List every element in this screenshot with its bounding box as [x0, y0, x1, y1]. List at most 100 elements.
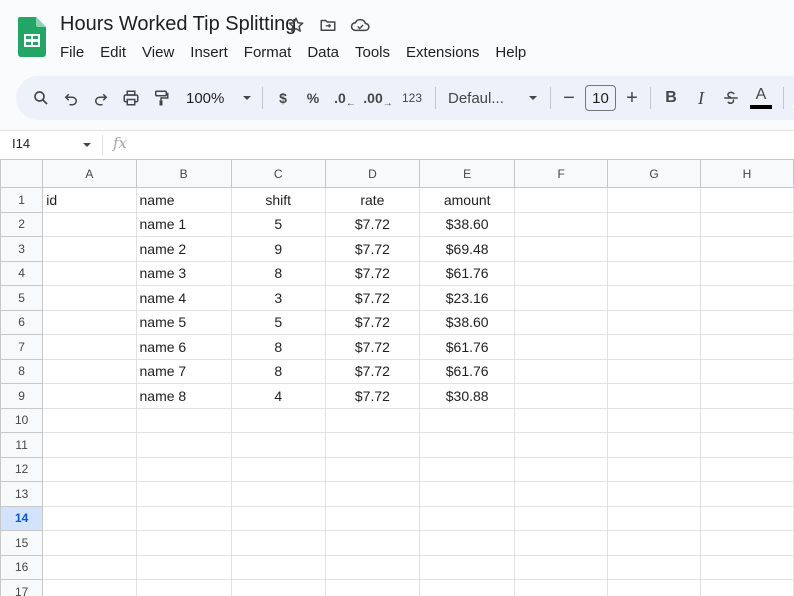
search-icon[interactable]	[30, 84, 52, 112]
cell-a2[interactable]	[42, 211, 137, 237]
cell-b2[interactable]: name 1	[135, 211, 232, 237]
cell-c13[interactable]	[230, 481, 326, 507]
number-format-button[interactable]: 123	[395, 84, 429, 112]
cell-d10[interactable]	[324, 407, 421, 433]
cell-c3[interactable]: 9	[230, 236, 326, 262]
bold-button[interactable]: B	[657, 84, 685, 112]
menu-insert[interactable]: Insert	[182, 42, 236, 63]
column-header-a[interactable]: A	[42, 159, 137, 188]
cell-d1[interactable]: rate	[324, 187, 421, 213]
cell-e8[interactable]: $61.76	[419, 358, 516, 384]
cell-f13[interactable]	[514, 481, 609, 507]
cell-c2[interactable]: 5	[230, 211, 326, 237]
cell-b6[interactable]: name 5	[135, 309, 232, 335]
cell-b3[interactable]: name 2	[135, 236, 232, 262]
cell-c12[interactable]	[230, 456, 326, 482]
cell-c17[interactable]	[230, 579, 326, 596]
cell-h4[interactable]	[700, 260, 794, 286]
undo-icon[interactable]	[58, 84, 84, 112]
strikethrough-icon[interactable]	[717, 84, 745, 112]
cell-g12[interactable]	[607, 456, 702, 482]
cell-g10[interactable]	[607, 407, 702, 433]
cell-c10[interactable]	[230, 407, 326, 433]
column-header-g[interactable]: G	[607, 159, 702, 188]
row-header[interactable]: 12	[0, 456, 44, 482]
cell-e1[interactable]: amount	[419, 187, 516, 213]
cell-d6[interactable]: $7.72	[324, 309, 421, 335]
cell-f14[interactable]	[514, 505, 609, 531]
cell-f6[interactable]	[514, 309, 609, 335]
cell-g15[interactable]	[607, 530, 702, 556]
cell-g13[interactable]	[607, 481, 702, 507]
cell-f11[interactable]	[514, 432, 609, 458]
column-header-f[interactable]: F	[514, 159, 609, 188]
cell-b15[interactable]	[135, 530, 232, 556]
cell-h3[interactable]	[700, 236, 794, 262]
cell-g5[interactable]	[607, 285, 702, 311]
row-header[interactable]: 5	[0, 285, 44, 311]
cell-d3[interactable]: $7.72	[324, 236, 421, 262]
cell-d11[interactable]	[324, 432, 421, 458]
cell-f16[interactable]	[514, 554, 609, 580]
cell-b4[interactable]: name 3	[135, 260, 232, 286]
cell-d16[interactable]	[324, 554, 421, 580]
cell-f1[interactable]	[514, 187, 609, 213]
row-header[interactable]: 10	[0, 407, 44, 433]
cell-e17[interactable]	[419, 579, 516, 596]
cell-e13[interactable]	[419, 481, 516, 507]
column-header-c[interactable]: C	[230, 159, 326, 188]
cell-d15[interactable]	[324, 530, 421, 556]
menu-help[interactable]: Help	[487, 42, 534, 63]
cell-e14[interactable]	[419, 505, 516, 531]
chevron-down-icon[interactable]	[82, 140, 92, 150]
cell-a16[interactable]	[42, 554, 137, 580]
cell-h17[interactable]	[700, 579, 794, 596]
cell-f5[interactable]	[514, 285, 609, 311]
cell-b9[interactable]: name 8	[135, 383, 232, 409]
cell-a4[interactable]	[42, 260, 137, 286]
cell-a14[interactable]	[42, 505, 137, 531]
increase-decimal-button[interactable]: .00 →	[361, 84, 395, 112]
column-header-h[interactable]: H	[700, 159, 794, 188]
cell-g16[interactable]	[607, 554, 702, 580]
cell-e2[interactable]: $38.60	[419, 211, 516, 237]
cell-d5[interactable]: $7.72	[324, 285, 421, 311]
row-header[interactable]: 11	[0, 432, 44, 458]
cell-b16[interactable]	[135, 554, 232, 580]
cell-d17[interactable]	[324, 579, 421, 596]
row-header[interactable]: 1	[0, 187, 44, 213]
cell-h5[interactable]	[700, 285, 794, 311]
zoom-select[interactable]: 100%	[182, 84, 256, 112]
cell-g2[interactable]	[607, 211, 702, 237]
cell-f17[interactable]	[514, 579, 609, 596]
menu-format[interactable]: Format	[236, 42, 300, 63]
percent-format-button[interactable]: %	[297, 84, 329, 112]
row-header[interactable]: 4	[0, 260, 44, 286]
italic-button[interactable]: I	[685, 84, 717, 112]
cell-c11[interactable]	[230, 432, 326, 458]
fill-color-icon[interactable]	[790, 84, 794, 112]
cell-c9[interactable]: 4	[230, 383, 326, 409]
cell-f2[interactable]	[514, 211, 609, 237]
cell-g14[interactable]	[607, 505, 702, 531]
cell-d9[interactable]: $7.72	[324, 383, 421, 409]
cell-b5[interactable]: name 4	[135, 285, 232, 311]
cell-f7[interactable]	[514, 334, 609, 360]
column-header-e[interactable]: E	[419, 159, 516, 188]
cell-h12[interactable]	[700, 456, 794, 482]
cell-d2[interactable]: $7.72	[324, 211, 421, 237]
cell-f8[interactable]	[514, 358, 609, 384]
cell-e16[interactable]	[419, 554, 516, 580]
row-header[interactable]: 14	[0, 505, 44, 531]
cell-f12[interactable]	[514, 456, 609, 482]
cell-b12[interactable]	[135, 456, 232, 482]
row-header[interactable]: 15	[0, 530, 44, 556]
row-header[interactable]: 7	[0, 334, 44, 360]
cell-e7[interactable]: $61.76	[419, 334, 516, 360]
cell-d7[interactable]: $7.72	[324, 334, 421, 360]
cell-e15[interactable]	[419, 530, 516, 556]
sheets-logo-icon[interactable]	[18, 17, 46, 57]
cell-a6[interactable]	[42, 309, 137, 335]
cell-a13[interactable]	[42, 481, 137, 507]
cell-g6[interactable]	[607, 309, 702, 335]
